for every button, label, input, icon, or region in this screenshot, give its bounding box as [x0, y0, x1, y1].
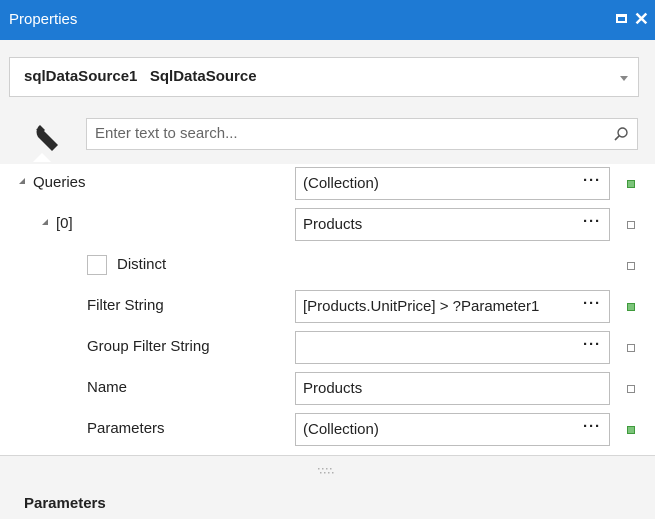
ellipsis-button[interactable]: ···	[583, 336, 601, 353]
property-label: Name	[87, 379, 128, 396]
properties-panel: sqlDataSource1 SqlDataSource Enter text …	[0, 40, 655, 519]
default-marker-icon[interactable]	[627, 385, 635, 393]
property-value-name[interactable]: Products	[295, 372, 610, 405]
property-label: Parameters	[87, 420, 165, 437]
property-grid: Queries (Collection) ··· [0] Products ··…	[0, 164, 655, 455]
grip-icon[interactable]	[317, 466, 335, 476]
property-label: Group Filter String	[87, 338, 210, 355]
property-value-text: (Collection)	[303, 421, 379, 438]
property-value-filter-string[interactable]: [Products.UnitPrice] > ?Parameter1 ···	[295, 290, 610, 323]
panel-titlebar: Properties ✕	[0, 0, 655, 40]
ellipsis-button[interactable]: ···	[583, 213, 601, 230]
panel-title: Properties	[9, 11, 78, 28]
modified-marker-icon[interactable]	[627, 180, 635, 188]
property-value-text: (Collection)	[303, 175, 379, 192]
ellipsis-button[interactable]: ···	[583, 295, 601, 312]
property-value-text: [Products.UnitPrice] > ?Parameter1	[303, 298, 540, 315]
search-input[interactable]: Enter text to search...	[86, 118, 638, 150]
distinct-checkbox[interactable]	[87, 255, 107, 275]
default-marker-icon[interactable]	[627, 262, 635, 270]
property-row-name: Name Products	[0, 369, 655, 410]
wrench-icon[interactable]	[32, 121, 66, 155]
property-value-item0[interactable]: Products ···	[295, 208, 610, 241]
property-value-parameters[interactable]: (Collection) ···	[295, 413, 610, 446]
property-value-queries[interactable]: (Collection) ···	[295, 167, 610, 200]
description-title: Parameters	[24, 495, 106, 512]
toolbar-notch	[33, 153, 51, 162]
property-value-group-filter-string[interactable]: ···	[295, 331, 610, 364]
property-label: Filter String	[87, 297, 164, 314]
modified-marker-icon[interactable]	[627, 303, 635, 311]
property-value-text: Products	[303, 216, 363, 233]
property-label: Distinct	[117, 256, 167, 273]
maximize-icon[interactable]	[616, 14, 627, 23]
search-placeholder: Enter text to search...	[95, 125, 238, 142]
search-icon[interactable]	[613, 126, 629, 142]
ellipsis-button[interactable]: ···	[583, 172, 601, 189]
collapse-icon[interactable]	[42, 219, 48, 225]
object-selector-value: sqlDataSource1 SqlDataSource	[24, 68, 257, 85]
property-row-distinct: Distinct	[0, 246, 655, 287]
property-label: [0]	[56, 215, 73, 232]
default-marker-icon[interactable]	[627, 221, 635, 229]
property-row-filter-string: Filter String [Products.UnitPrice] > ?Pa…	[0, 287, 655, 328]
object-selector[interactable]: sqlDataSource1 SqlDataSource	[9, 57, 639, 97]
description-splitter[interactable]	[0, 455, 655, 492]
property-label: Queries	[33, 174, 86, 191]
collapse-icon[interactable]	[19, 178, 25, 184]
chevron-down-icon[interactable]	[620, 76, 628, 81]
property-row-queries: Queries (Collection) ···	[0, 164, 655, 205]
property-row-item0: [0] Products ···	[0, 205, 655, 246]
default-marker-icon[interactable]	[627, 344, 635, 352]
property-row-group-filter-string: Group Filter String ···	[0, 328, 655, 369]
close-icon[interactable]: ✕	[634, 7, 649, 31]
modified-marker-icon[interactable]	[627, 426, 635, 434]
property-value-text: Products	[303, 380, 363, 397]
property-row-parameters: Parameters (Collection) ···	[0, 410, 655, 451]
ellipsis-button[interactable]: ···	[583, 418, 601, 435]
